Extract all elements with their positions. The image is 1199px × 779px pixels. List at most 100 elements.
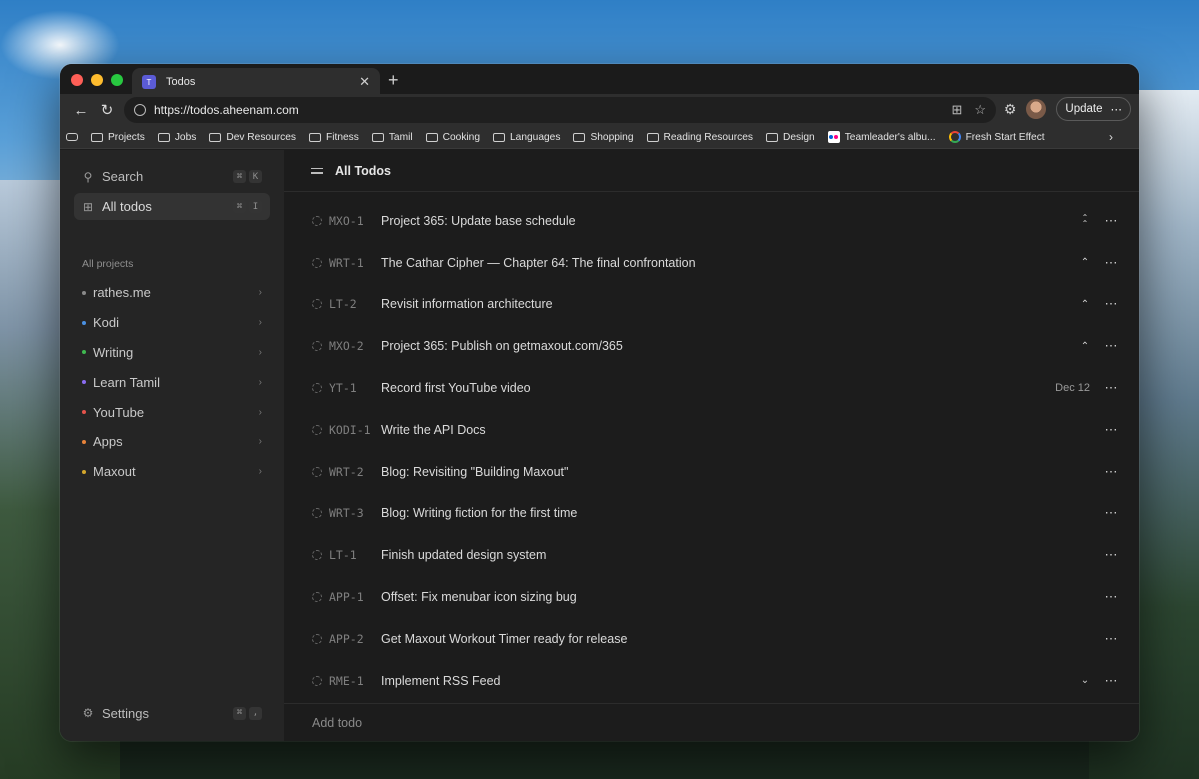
todo-title[interactable]: Record first YouTube video: [381, 381, 1055, 395]
update-button[interactable]: Update ⋯: [1056, 97, 1131, 121]
more-options-icon[interactable]: ⋯: [1104, 631, 1118, 647]
status-circle-icon[interactable]: [312, 341, 322, 352]
status-circle-icon[interactable]: [312, 299, 322, 310]
search-button[interactable]: ⚲ Search ⌘ K: [74, 163, 270, 190]
priority-high-icon[interactable]: ⌃: [1080, 257, 1090, 268]
minimize-window-button[interactable]: [91, 74, 103, 86]
priority-high-icon[interactable]: ⌃: [1080, 299, 1090, 310]
reload-icon[interactable]: ↻: [94, 101, 120, 119]
todo-row[interactable]: APP-1 Offset: Fix menubar icon sizing bug…: [284, 576, 1139, 618]
bookmark-item[interactable]: Projects: [91, 132, 145, 143]
todo-title[interactable]: Get Maxout Workout Timer ready for relea…: [381, 632, 1080, 646]
status-circle-icon[interactable]: [312, 215, 322, 226]
more-options-icon[interactable]: ⋯: [1104, 464, 1118, 480]
close-window-button[interactable]: [71, 74, 83, 86]
sidebar-item-project[interactable]: Kodi ›: [74, 308, 270, 338]
todo-row[interactable]: YT-1 Record first YouTube video Dec 12 ⋯: [284, 367, 1139, 409]
more-options-icon[interactable]: ⋯: [1104, 213, 1118, 229]
address-bar[interactable]: https://todos.aheenam.com ⊞ ☆: [124, 97, 996, 123]
bookmarks-overflow-chevron-icon[interactable]: ›: [1109, 130, 1113, 144]
todo-row[interactable]: RME-1 Implement RSS Feed ⌄ ⋯: [284, 660, 1139, 702]
bookmark-item[interactable]: Reading Resources: [646, 132, 753, 143]
bookmark-item[interactable]: Teamleader's albu...: [827, 131, 936, 143]
project-list: rathes.me › Kodi › Writing › Learn Tamil › YouTu…: [74, 278, 270, 487]
tab-todos[interactable]: T Todos ✕: [132, 68, 380, 96]
bookmark-item[interactable]: Languages: [493, 132, 560, 143]
more-options-icon[interactable]: ⋯: [1104, 338, 1118, 354]
all-todos-button[interactable]: ⊞ All todos ⌘ I: [74, 193, 270, 220]
more-options-icon[interactable]: ⋯: [1104, 422, 1118, 438]
todo-title[interactable]: Write the API Docs: [381, 423, 1080, 437]
todo-row[interactable]: LT-1 Finish updated design system ⋯: [284, 534, 1139, 576]
settings-button[interactable]: ⚙ Settings ⌘,: [74, 701, 270, 725]
profile-avatar[interactable]: [1026, 99, 1047, 119]
todo-title[interactable]: Project 365: Publish on getmaxout.com/36…: [381, 339, 1080, 353]
more-options-icon[interactable]: ⋯: [1104, 589, 1118, 605]
status-circle-icon[interactable]: [312, 675, 322, 686]
todo-title[interactable]: Revisit information architecture: [381, 297, 1080, 311]
todo-row[interactable]: APP-2 Get Maxout Workout Timer ready for …: [284, 618, 1139, 660]
todo-title[interactable]: Implement RSS Feed: [381, 674, 1080, 688]
apps-shortcut-icon[interactable]: [66, 133, 78, 141]
bookmark-item[interactable]: Jobs: [157, 132, 196, 143]
bookmark-item[interactable]: Cooking: [425, 132, 480, 143]
priority-low-icon[interactable]: ⌄: [1080, 675, 1090, 686]
app-install-icon[interactable]: ⊞: [951, 102, 962, 118]
todo-title[interactable]: Offset: Fix menubar icon sizing bug: [381, 590, 1080, 604]
status-circle-icon[interactable]: [312, 466, 322, 477]
more-options-icon[interactable]: ⋯: [1104, 673, 1118, 689]
sidebar-item-project[interactable]: Apps ›: [74, 427, 270, 457]
status-circle-icon[interactable]: [312, 592, 322, 603]
bookmark-item[interactable]: Dev Resources: [209, 132, 296, 143]
todo-row[interactable]: MXO-2 Project 365: Publish on getmaxout.c…: [284, 325, 1139, 367]
sidebar-item-project[interactable]: Learn Tamil ›: [74, 367, 270, 397]
status-circle-icon[interactable]: [312, 257, 322, 268]
todo-title[interactable]: Blog: Writing fiction for the first time: [381, 506, 1080, 520]
back-arrow-icon[interactable]: ←: [68, 102, 94, 119]
bookmark-item[interactable]: Fresh Start Effect: [948, 131, 1045, 143]
todo-title[interactable]: Project 365: Update base schedule: [381, 214, 1080, 228]
todo-row[interactable]: WRT-2 Blog: Revisiting "Building Maxout" ⋯: [284, 451, 1139, 493]
todo-row[interactable]: LT-2 Revisit information architecture ⌃ ⋯: [284, 284, 1139, 326]
todo-title[interactable]: Blog: Revisiting "Building Maxout": [381, 465, 1080, 479]
priority-urgent-icon[interactable]: ⌃ ⌃: [1080, 213, 1090, 227]
todo-row[interactable]: WRT-1 The Cathar Cipher — Chapter 64: The…: [284, 242, 1139, 284]
site-info-icon[interactable]: [134, 104, 146, 116]
bookmark-item[interactable]: Fitness: [309, 132, 359, 143]
update-label: Update: [1065, 103, 1103, 115]
maximize-window-button[interactable]: [111, 74, 123, 86]
project-label: Kodi: [93, 315, 120, 331]
url-text[interactable]: https://todos.aheenam.com: [154, 103, 939, 117]
bookmark-item[interactable]: Design: [765, 132, 815, 143]
projects-section-title: All projects: [82, 258, 134, 270]
add-todo-input[interactable]: Add todo: [284, 703, 1139, 741]
status-circle-icon[interactable]: [312, 383, 322, 394]
bookmark-item[interactable]: Tamil: [371, 132, 413, 143]
todo-title[interactable]: Finish updated design system: [381, 548, 1080, 562]
status-circle-icon[interactable]: [312, 633, 322, 644]
todo-row[interactable]: WRT-3 Blog: Writing fiction for the first…: [284, 493, 1139, 535]
status-circle-icon[interactable]: [312, 550, 322, 561]
more-options-icon[interactable]: ⋯: [1104, 547, 1118, 563]
sidebar-item-project[interactable]: rathes.me ›: [74, 278, 270, 308]
bookmark-item[interactable]: Shopping: [573, 132, 634, 143]
todo-title[interactable]: The Cathar Cipher — Chapter 64: The fina…: [381, 256, 1080, 270]
sidebar-item-project[interactable]: Maxout ›: [74, 457, 270, 487]
sidebar-item-project[interactable]: Writing ›: [74, 338, 270, 368]
hamburger-menu-icon[interactable]: [311, 167, 323, 174]
extensions-icon[interactable]: ⚙: [1004, 101, 1017, 118]
more-options-icon[interactable]: ⋯: [1104, 505, 1118, 521]
todo-row[interactable]: KODI-1 Write the API Docs ⋯: [284, 409, 1139, 451]
status-circle-icon[interactable]: [312, 424, 322, 435]
bookmark-star-icon[interactable]: ☆: [974, 102, 986, 118]
todo-row[interactable]: MXO-1 Project 365: Update base schedule ⌃ ⌃…: [284, 200, 1139, 242]
more-options-icon[interactable]: ⋯: [1104, 255, 1118, 271]
sidebar-item-project[interactable]: YouTube ›: [74, 397, 270, 427]
new-tab-icon[interactable]: +: [388, 70, 399, 91]
status-circle-icon[interactable]: [312, 508, 322, 519]
browser-menu-icon[interactable]: ⋯: [1111, 102, 1123, 116]
close-tab-icon[interactable]: ✕: [359, 74, 370, 90]
more-options-icon[interactable]: ⋯: [1104, 296, 1118, 312]
more-options-icon[interactable]: ⋯: [1104, 380, 1118, 396]
priority-high-icon[interactable]: ⌃: [1080, 341, 1090, 352]
